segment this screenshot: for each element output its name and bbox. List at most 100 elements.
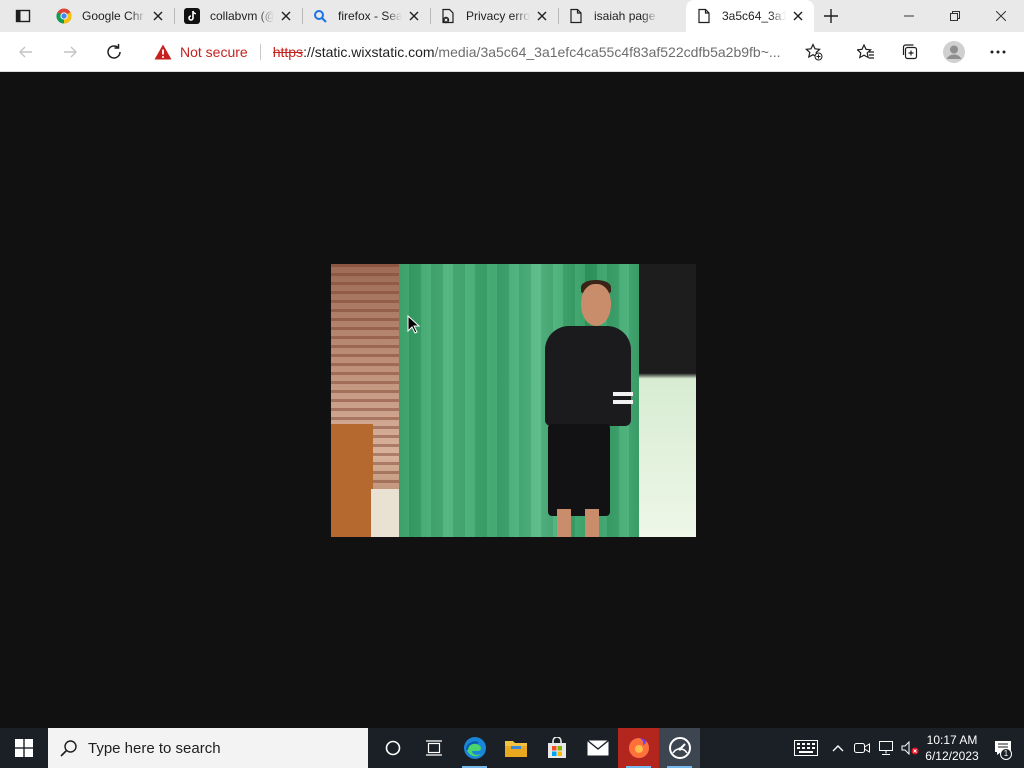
speedometer-icon bbox=[668, 737, 691, 759]
browser-toolbar: Not secure https://static.wixstatic.com/… bbox=[0, 32, 1024, 72]
volume-muted-icon bbox=[901, 741, 919, 755]
page-error-icon bbox=[440, 8, 456, 24]
url-path: /media/3a5c64_3a1efc4ca55c4f83af522cdfb5… bbox=[434, 43, 781, 60]
tab-actions-icon bbox=[15, 9, 31, 23]
not-secure-label: Not secure bbox=[180, 43, 248, 60]
tab-firefox-search[interactable]: firefox - Sea bbox=[302, 0, 430, 32]
address-bar[interactable]: Not secure https://static.wixstatic.com/… bbox=[144, 36, 830, 68]
favorites-icon bbox=[857, 43, 874, 59]
url-scheme: https bbox=[272, 43, 304, 60]
mail-icon bbox=[586, 740, 609, 756]
close-window-button[interactable] bbox=[978, 0, 1024, 32]
refresh-icon bbox=[107, 43, 121, 59]
tab-privacy-error[interactable]: Privacy erro bbox=[430, 0, 558, 32]
store-button[interactable] bbox=[536, 728, 577, 768]
avatar-icon bbox=[943, 40, 965, 63]
tab-title: firefox - Sea bbox=[338, 9, 402, 23]
screen: Google Chr collabvm (@ firefox - Sea Pri… bbox=[0, 0, 1024, 768]
toolbar-right bbox=[844, 36, 1020, 68]
forward-button[interactable] bbox=[52, 36, 88, 68]
back-button[interactable] bbox=[8, 36, 44, 68]
warning-icon bbox=[154, 44, 172, 59]
start-button[interactable] bbox=[0, 728, 48, 768]
refresh-button[interactable] bbox=[96, 36, 132, 68]
firefox-taskbar-button[interactable] bbox=[618, 728, 659, 768]
star-add-icon bbox=[805, 42, 823, 60]
show-hidden-icons-button[interactable] bbox=[826, 728, 850, 768]
media-image[interactable] bbox=[331, 264, 696, 537]
minimize-button[interactable] bbox=[886, 0, 932, 32]
cortana-icon bbox=[385, 740, 400, 756]
tab-title: 3a5c64_3a1 bbox=[722, 9, 786, 23]
back-arrow-icon bbox=[19, 46, 32, 57]
collections-button[interactable] bbox=[888, 36, 932, 68]
system-tray: 10:17 AM 6/12/2023 1 bbox=[786, 728, 1024, 768]
settings-more-button[interactable] bbox=[976, 36, 1020, 68]
firefox-icon bbox=[628, 738, 649, 758]
tab-google-chrome[interactable]: Google Chr bbox=[46, 0, 174, 32]
not-secure-indicator[interactable]: Not secure bbox=[154, 43, 261, 60]
clock-date: 6/12/2023 bbox=[925, 749, 979, 763]
chevron-up-icon bbox=[832, 745, 844, 752]
action-center-button[interactable]: 1 bbox=[982, 728, 1024, 768]
tab-collabvm[interactable]: collabvm (@ bbox=[174, 0, 302, 32]
url-host: ://static.wixstatic.com bbox=[303, 43, 435, 60]
cabinet bbox=[331, 424, 373, 537]
tab-title: Google Chr bbox=[82, 9, 144, 23]
clock[interactable]: 10:17 AM 6/12/2023 bbox=[922, 732, 982, 764]
url-text[interactable]: https://static.wixstatic.com/media/3a5c6… bbox=[273, 44, 783, 60]
task-view-button[interactable] bbox=[413, 728, 454, 768]
file-explorer-button[interactable] bbox=[495, 728, 536, 768]
profile-button[interactable] bbox=[932, 36, 976, 68]
camera-icon bbox=[854, 743, 870, 753]
meet-now-button[interactable] bbox=[850, 728, 874, 768]
close-tab-icon[interactable] bbox=[406, 8, 422, 24]
page-content bbox=[0, 72, 1024, 728]
close-tab-icon[interactable] bbox=[150, 8, 166, 24]
tab-isaiah-page[interactable]: isaiah page bbox=[558, 0, 686, 32]
vm-client-taskbar-button[interactable] bbox=[659, 728, 700, 768]
new-tab-button[interactable] bbox=[814, 0, 848, 32]
tab-title: Privacy erro bbox=[466, 9, 530, 23]
doorway bbox=[639, 264, 696, 537]
mouse-cursor-icon bbox=[407, 315, 421, 334]
tab-active-media[interactable]: 3a5c64_3a1 bbox=[686, 0, 814, 32]
taskbar: Type here to search 10:17 AM 6/12/2023 1 bbox=[0, 728, 1024, 768]
collections-icon bbox=[902, 43, 918, 59]
search-icon bbox=[60, 740, 77, 757]
tab-actions-button[interactable] bbox=[0, 0, 46, 32]
floor bbox=[371, 489, 401, 537]
close-tab-icon[interactable] bbox=[278, 8, 294, 24]
close-tab-icon[interactable] bbox=[534, 8, 550, 24]
more-icon bbox=[990, 50, 1006, 53]
store-icon bbox=[547, 737, 566, 758]
forward-arrow-icon bbox=[64, 46, 77, 57]
taskbar-search[interactable]: Type here to search bbox=[48, 728, 368, 768]
folder-icon bbox=[504, 741, 527, 757]
edge-taskbar-button[interactable] bbox=[454, 728, 495, 768]
keyboard-icon bbox=[794, 740, 818, 756]
windows-logo-icon bbox=[15, 739, 33, 757]
edge-icon bbox=[463, 737, 486, 759]
tiktok-icon bbox=[184, 8, 200, 24]
mail-button[interactable] bbox=[577, 728, 618, 768]
network-button[interactable] bbox=[874, 728, 898, 768]
search-placeholder: Type here to search bbox=[88, 739, 221, 757]
tab-title: isaiah page bbox=[594, 9, 656, 23]
clock-time: 10:17 AM bbox=[926, 733, 978, 747]
chrome-icon bbox=[56, 8, 72, 24]
network-icon bbox=[879, 741, 893, 755]
cortana-button[interactable] bbox=[372, 728, 413, 768]
search-icon bbox=[312, 8, 328, 24]
restore-button[interactable] bbox=[932, 0, 978, 32]
close-tab-icon[interactable] bbox=[790, 8, 806, 24]
add-favorite-button[interactable] bbox=[800, 40, 828, 64]
volume-button[interactable] bbox=[898, 728, 922, 768]
notification-count-badge: 1 bbox=[1000, 748, 1012, 760]
page-icon bbox=[696, 8, 712, 24]
tab-strip: Google Chr collabvm (@ firefox - Sea Pri… bbox=[0, 0, 1024, 32]
tab-title: collabvm (@ bbox=[210, 9, 274, 23]
favorites-button[interactable] bbox=[844, 36, 888, 68]
plus-icon bbox=[824, 9, 838, 23]
keyboard-indicator[interactable] bbox=[786, 728, 826, 768]
